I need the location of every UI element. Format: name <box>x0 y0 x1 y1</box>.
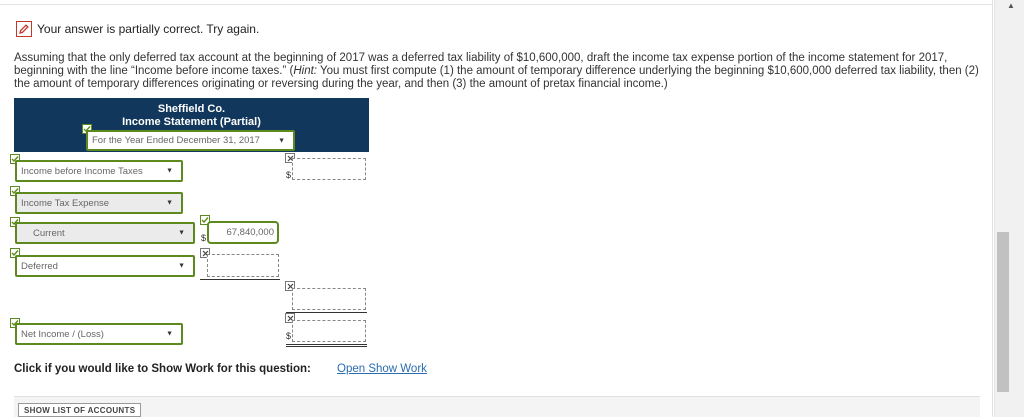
deferred-label: Deferred <box>21 260 58 272</box>
show-work-prompt: Click if you would like to Show Work for… <box>14 363 311 375</box>
net-income-select[interactable]: Net Income / (Loss) ▼ <box>15 323 183 345</box>
income-tax-expense-label: Income Tax Expense <box>21 197 110 209</box>
income-before-taxes-input[interactable] <box>292 158 366 180</box>
period-select-value: For the Year Ended December 31, 2017 <box>92 135 260 146</box>
net-income-input[interactable] <box>292 320 366 342</box>
deferred-select[interactable]: Deferred ▼ <box>15 255 195 277</box>
vertical-scrollbar[interactable]: ▲ <box>994 0 1024 417</box>
current-amount-input[interactable]: 67,840,000 <box>207 221 279 244</box>
scroll-up-arrow-icon[interactable]: ▲ <box>1005 0 1017 12</box>
pencil-edit-icon <box>16 21 32 37</box>
top-divider <box>0 4 993 5</box>
chevron-down-icon: ▼ <box>166 199 173 207</box>
double-underline-top <box>286 344 367 345</box>
show-list-of-accounts-button[interactable]: SHOW LIST OF ACCOUNTS <box>18 403 142 417</box>
total-tax-expense-input[interactable] <box>292 288 366 310</box>
current-label: Current <box>33 227 65 239</box>
deferred-amount-input[interactable] <box>207 254 279 277</box>
double-underline-bottom <box>286 346 367 347</box>
company-name: Sheffield Co. <box>157 103 226 115</box>
chevron-down-icon: ▼ <box>178 229 185 237</box>
chevron-down-icon: ▼ <box>278 137 285 144</box>
net-income-label: Net Income / (Loss) <box>21 328 104 340</box>
currency-symbol: $ <box>286 331 292 341</box>
income-before-taxes-label: Income before Income Taxes <box>21 165 143 177</box>
question-text: Assuming that the only deferred tax acco… <box>14 52 984 91</box>
income-tax-expense-select[interactable]: Income Tax Expense ▼ <box>15 192 183 214</box>
subtotal-underline <box>200 279 280 280</box>
answer-status: Your answer is partially correct. Try ag… <box>16 21 259 37</box>
income-before-taxes-select[interactable]: Income before Income Taxes ▼ <box>15 160 183 182</box>
hint-label: Hint: <box>293 65 317 77</box>
chevron-down-icon: ▼ <box>178 262 185 270</box>
period-select[interactable]: For the Year Ended December 31, 2017 ▼ <box>86 130 295 151</box>
chevron-down-icon: ▼ <box>166 330 173 338</box>
statement-title: Income Statement (Partial) <box>122 116 261 128</box>
accounts-panel: SHOW LIST OF ACCOUNTS <box>14 396 980 417</box>
scrollbar-thumb[interactable] <box>997 232 1009 392</box>
current-select[interactable]: Current ▼ <box>15 222 195 244</box>
open-show-work-link[interactable]: Open Show Work <box>337 363 427 375</box>
currency-symbol: $ <box>201 233 207 243</box>
currency-symbol: $ <box>286 170 292 180</box>
status-text: Your answer is partially correct. Try ag… <box>37 22 260 36</box>
total-underline <box>286 312 367 313</box>
chevron-down-icon: ▼ <box>166 167 173 175</box>
